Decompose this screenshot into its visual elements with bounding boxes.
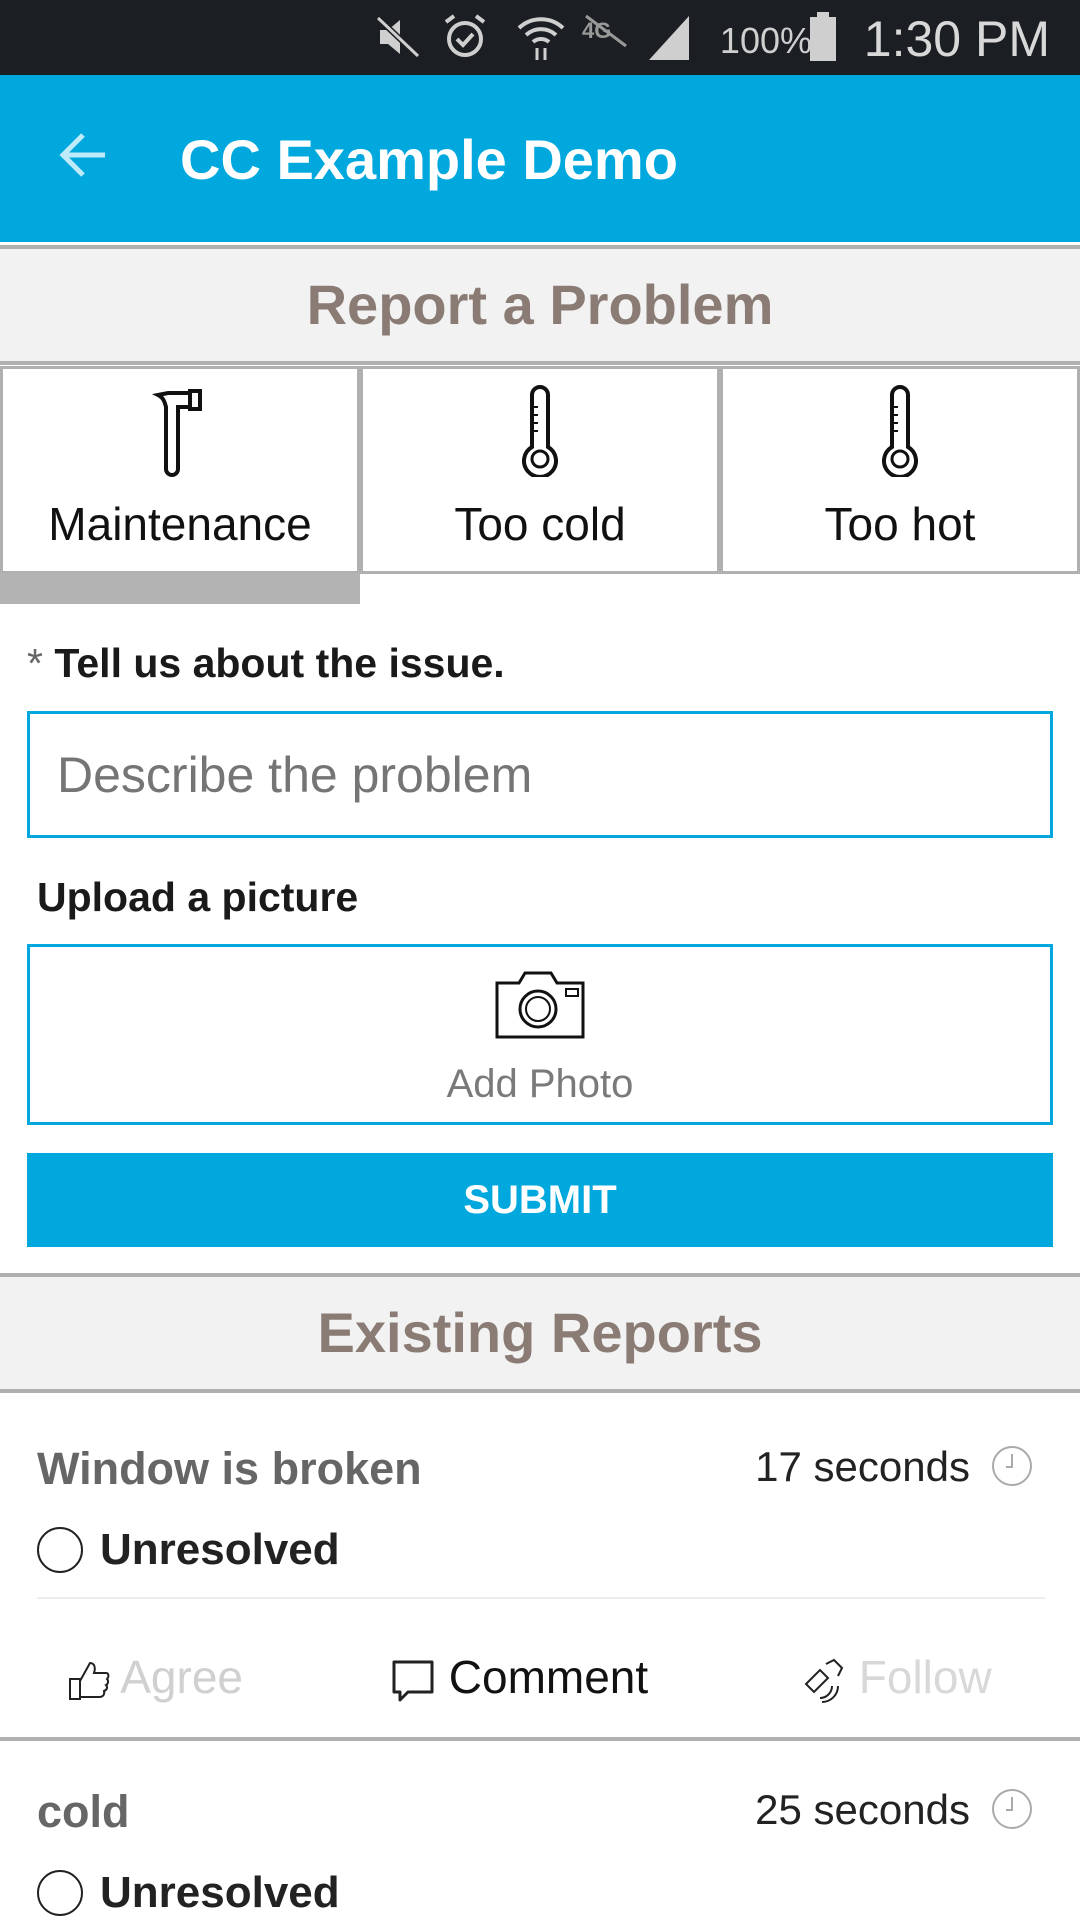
report-title[interactable]: cold: [37, 1786, 130, 1838]
report-age: 17 seconds: [755, 1443, 970, 1490]
describe-problem-input[interactable]: [27, 711, 1053, 838]
clock-time: 1:30 PM: [863, 11, 1050, 67]
satellite-icon: [804, 1658, 844, 1703]
add-photo-button[interactable]: Add Photo: [27, 944, 1053, 1125]
report-title[interactable]: Window is broken: [37, 1443, 422, 1495]
agree-label: Agree: [120, 1651, 243, 1703]
issue-label-text: Tell us about the issue.: [54, 640, 505, 686]
report-status: Unresolved: [100, 1525, 340, 1574]
battery-icon: [810, 12, 836, 61]
selected-indicator: [0, 573, 360, 604]
comment-icon: [392, 1660, 434, 1702]
issue-label: * Tell us about the issue.: [27, 640, 505, 687]
battery-percent: 100%: [719, 20, 812, 61]
resolved-radio[interactable]: [37, 1870, 83, 1916]
category-too-cold[interactable]: Too cold: [360, 366, 720, 574]
card-divider: [0, 1737, 1080, 1741]
comment-button[interactable]: Comment: [390, 1650, 648, 1704]
submit-button[interactable]: SUBMIT: [27, 1153, 1053, 1247]
report-age: 25 seconds: [755, 1786, 970, 1833]
camera-icon: [495, 971, 585, 1039]
thermometer-icon: [522, 385, 558, 477]
resolved-radio[interactable]: [37, 1527, 83, 1573]
clock-icon: [992, 1789, 1032, 1829]
clock-icon: [992, 1446, 1032, 1486]
category-label: Too hot: [824, 498, 976, 550]
category-too-hot[interactable]: Too hot: [720, 366, 1080, 574]
existing-reports-heading: Existing Reports: [0, 1273, 1080, 1393]
thermometer-icon: [882, 385, 918, 477]
wifi-icon: [517, 17, 565, 60]
follow-button[interactable]: Follow: [800, 1650, 992, 1704]
divider: [37, 1597, 1045, 1599]
app-title: CC Example Demo: [180, 128, 678, 191]
add-photo-label: Add Photo: [446, 1062, 634, 1106]
4g-lte-icon: 4G: [582, 14, 627, 48]
app-bar: CC Example Demo: [0, 75, 1080, 242]
category-label: Maintenance: [48, 498, 312, 550]
alarm-icon: [444, 14, 486, 57]
mute-icon: [375, 15, 421, 59]
report-heading: Report a Problem: [0, 245, 1080, 365]
thumbs-up-icon: [69, 1661, 110, 1700]
upload-label: Upload a picture: [37, 874, 359, 920]
signal-icon: [649, 16, 689, 60]
arrow-left-icon[interactable]: [55, 125, 115, 185]
comment-label: Comment: [448, 1651, 649, 1703]
report-status: Unresolved: [100, 1868, 340, 1917]
follow-label: Follow: [858, 1651, 992, 1703]
agree-button[interactable]: Agree: [66, 1650, 243, 1705]
hammer-icon: [151, 389, 202, 477]
category-label: Too cold: [454, 498, 626, 550]
status-bar: 4G 100% 1:30 PM: [0, 0, 1080, 75]
category-maintenance[interactable]: Maintenance: [0, 366, 360, 574]
required-mark: *: [27, 640, 43, 686]
